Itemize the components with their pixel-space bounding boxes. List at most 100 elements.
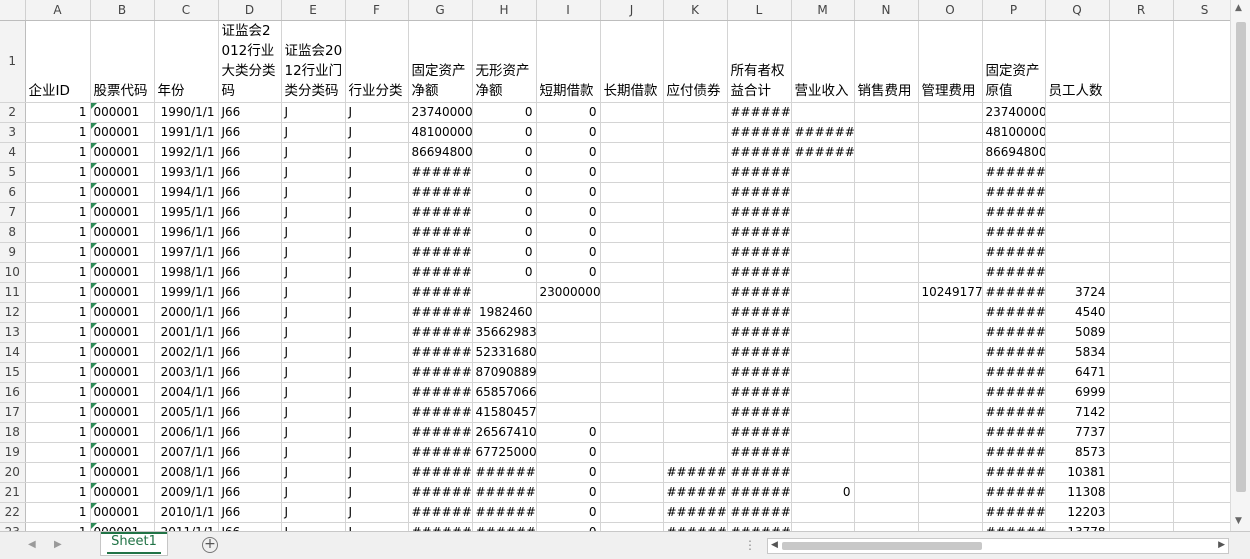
cell-l[interactable]: ######## (727, 482, 792, 503)
cell-e[interactable]: J (281, 342, 346, 363)
column-header-g[interactable]: G (408, 0, 473, 21)
cell-r[interactable] (1109, 502, 1174, 523)
column-header-h[interactable]: H (472, 0, 537, 21)
cell-l[interactable]: ######## (727, 242, 792, 263)
row-header[interactable]: 9 (0, 242, 26, 263)
cell-a[interactable]: 1 (25, 282, 91, 303)
cell-s[interactable] (1173, 322, 1237, 343)
cell-i[interactable]: 0 (536, 202, 601, 223)
row-header[interactable]: 6 (0, 182, 26, 203)
cell-g[interactable]: ######## (408, 362, 473, 383)
cell-g[interactable]: ######## (408, 342, 473, 363)
cell-c[interactable]: 年份 (154, 20, 219, 103)
cell-b[interactable]: 000001 (90, 302, 155, 323)
cell-d[interactable]: J66 (218, 162, 282, 183)
cell-s[interactable] (1173, 182, 1237, 203)
cell-d[interactable]: J66 (218, 242, 282, 263)
arrow-right-icon[interactable]: ▶ (1218, 540, 1225, 550)
cell-o[interactable] (918, 402, 983, 423)
cell-s[interactable] (1173, 122, 1237, 143)
cell-g[interactable]: 86694800 (408, 142, 473, 163)
cell-k[interactable] (663, 342, 728, 363)
cell-a[interactable]: 1 (25, 502, 91, 523)
column-header-b[interactable]: B (90, 0, 155, 21)
cell-b[interactable]: 000001 (90, 262, 155, 283)
cell-o[interactable] (918, 302, 983, 323)
cell-i[interactable]: 0 (536, 262, 601, 283)
cell-i[interactable]: 短期借款 (536, 20, 601, 103)
row-header[interactable]: 13 (0, 322, 26, 343)
cell-i[interactable]: 0 (536, 482, 601, 503)
column-header-s[interactable]: S (1173, 0, 1237, 21)
cell-p[interactable]: ######## (982, 342, 1046, 363)
cell-e[interactable]: J (281, 102, 346, 123)
cell-r[interactable] (1109, 122, 1174, 143)
cell-o[interactable]: 10249177 (918, 282, 983, 303)
cell-e[interactable]: J (281, 142, 346, 163)
cell-f[interactable]: J (345, 502, 409, 523)
cell-l[interactable]: ######## (727, 402, 792, 423)
cell-h[interactable]: 67725000 (472, 442, 537, 463)
cell-l[interactable]: ######## (727, 342, 792, 363)
cell-h[interactable]: 0 (472, 162, 537, 183)
cell-k[interactable] (663, 122, 728, 143)
cell-n[interactable] (854, 102, 919, 123)
cell-q[interactable]: 11308 (1045, 482, 1110, 503)
row-header[interactable]: 8 (0, 222, 26, 243)
cell-s[interactable] (1173, 262, 1237, 283)
cell-p[interactable]: ######## (982, 302, 1046, 323)
cell-i[interactable]: 0 (536, 182, 601, 203)
cell-s[interactable] (1173, 462, 1237, 483)
row-header[interactable]: 1 (0, 20, 26, 103)
cell-a[interactable]: 1 (25, 202, 91, 223)
cell-l[interactable]: ######## (727, 462, 792, 483)
cell-d[interactable]: J66 (218, 202, 282, 223)
cell-g[interactable]: ######## (408, 202, 473, 223)
column-header-i[interactable]: I (536, 0, 601, 21)
cell-r[interactable] (1109, 422, 1174, 443)
cell-o[interactable] (918, 502, 983, 523)
cell-h[interactable]: 0 (472, 142, 537, 163)
cell-h[interactable]: 35662983 (472, 322, 537, 343)
column-header-q[interactable]: Q (1045, 0, 1110, 21)
cell-g[interactable]: ######## (408, 402, 473, 423)
cell-m[interactable] (791, 242, 855, 263)
cell-m[interactable]: 营业收入 (791, 20, 855, 103)
cell-e[interactable]: J (281, 222, 346, 243)
cell-b[interactable]: 000001 (90, 122, 155, 143)
cell-r[interactable] (1109, 202, 1174, 223)
cell-b[interactable]: 000001 (90, 182, 155, 203)
cell-c[interactable]: 2002/1/1 (154, 342, 219, 363)
cell-g[interactable]: ######## (408, 442, 473, 463)
cell-m[interactable] (791, 102, 855, 123)
cell-j[interactable] (600, 402, 664, 423)
row-header[interactable]: 18 (0, 422, 26, 443)
cell-q[interactable] (1045, 102, 1110, 123)
cell-g[interactable]: ######## (408, 302, 473, 323)
cell-q[interactable]: 10381 (1045, 462, 1110, 483)
cell-m[interactable] (791, 182, 855, 203)
cell-m[interactable] (791, 162, 855, 183)
cell-b[interactable]: 000001 (90, 102, 155, 123)
cell-d[interactable]: J66 (218, 222, 282, 243)
cell-q[interactable]: 员工人数 (1045, 20, 1110, 103)
cell-b[interactable]: 股票代码 (90, 20, 155, 103)
cell-k[interactable] (663, 442, 728, 463)
cell-f[interactable]: J (345, 222, 409, 243)
cell-g[interactable]: ######## (408, 282, 473, 303)
cell-a[interactable]: 1 (25, 422, 91, 443)
cell-h[interactable] (472, 282, 537, 303)
cell-q[interactable]: 12203 (1045, 502, 1110, 523)
cell-k[interactable] (663, 202, 728, 223)
cell-m[interactable] (791, 222, 855, 243)
cell-a[interactable]: 1 (25, 182, 91, 203)
cell-b[interactable]: 000001 (90, 222, 155, 243)
cell-e[interactable]: J (281, 302, 346, 323)
cell-g[interactable]: ######## (408, 502, 473, 523)
cell-m[interactable] (791, 382, 855, 403)
cell-s[interactable] (1173, 162, 1237, 183)
cell-c[interactable]: 2000/1/1 (154, 302, 219, 323)
cell-h[interactable]: 0 (472, 222, 537, 243)
cell-c[interactable]: 1999/1/1 (154, 282, 219, 303)
cell-k[interactable] (663, 302, 728, 323)
